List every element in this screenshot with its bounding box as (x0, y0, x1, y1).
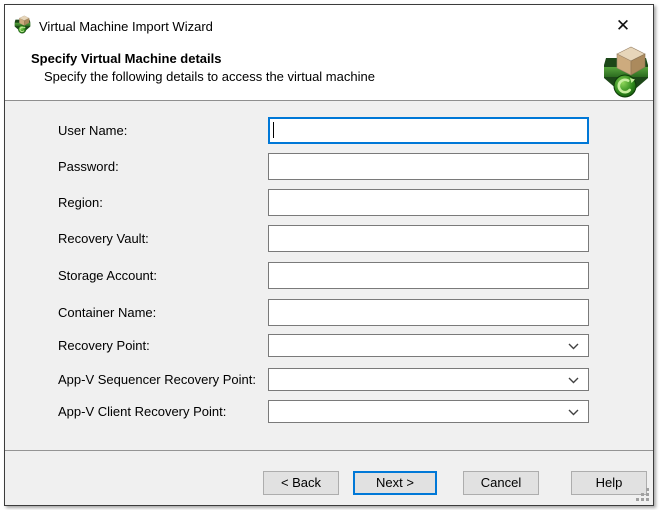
appv-client-recovery-point-dropdown[interactable] (268, 400, 589, 423)
recovery-point-dropdown[interactable] (268, 334, 589, 357)
dialog-window: Virtual Machine Import Wizard ✕ Specify … (4, 4, 654, 506)
title-bar[interactable]: Virtual Machine Import Wizard ✕ (5, 5, 653, 43)
page-subtitle: Specify the following details to access … (44, 69, 375, 84)
password-field[interactable] (268, 153, 589, 180)
storage-account-label: Storage Account: (58, 268, 157, 284)
appv-sequencer-recovery-point-label: App-V Sequencer Recovery Point: (58, 372, 256, 388)
recovery-vault-label: Recovery Vault: (58, 231, 149, 247)
container-name-field[interactable] (268, 299, 589, 326)
chevron-down-icon (568, 377, 579, 384)
recovery-point-label: Recovery Point: (58, 338, 150, 354)
next-button[interactable]: Next > (353, 471, 437, 495)
wizard-header: Virtual Machine Import Wizard ✕ Specify … (5, 5, 653, 101)
page-title: Specify Virtual Machine details (31, 51, 222, 66)
appv-client-recovery-point-label: App-V Client Recovery Point: (58, 404, 226, 420)
region-label: Region: (58, 195, 103, 211)
vm-import-box-icon (604, 45, 648, 99)
window-title: Virtual Machine Import Wizard (39, 19, 213, 34)
storage-account-field[interactable] (268, 262, 589, 289)
text-caret (273, 122, 274, 138)
back-button[interactable]: < Back (263, 471, 339, 495)
user-name-field[interactable] (268, 117, 589, 144)
cancel-button[interactable]: Cancel (463, 471, 539, 495)
footer-separator (5, 450, 653, 451)
close-icon[interactable]: ✕ (607, 13, 639, 39)
resize-grip[interactable] (635, 487, 649, 501)
region-field[interactable] (268, 189, 589, 216)
user-name-label: User Name: (58, 123, 127, 139)
container-name-label: Container Name: (58, 305, 156, 321)
appv-sequencer-recovery-point-dropdown[interactable] (268, 368, 589, 391)
chevron-down-icon (568, 409, 579, 416)
chevron-down-icon (568, 343, 579, 350)
password-label: Password: (58, 159, 119, 175)
app-icon (14, 15, 31, 34)
recovery-vault-field[interactable] (268, 225, 589, 252)
